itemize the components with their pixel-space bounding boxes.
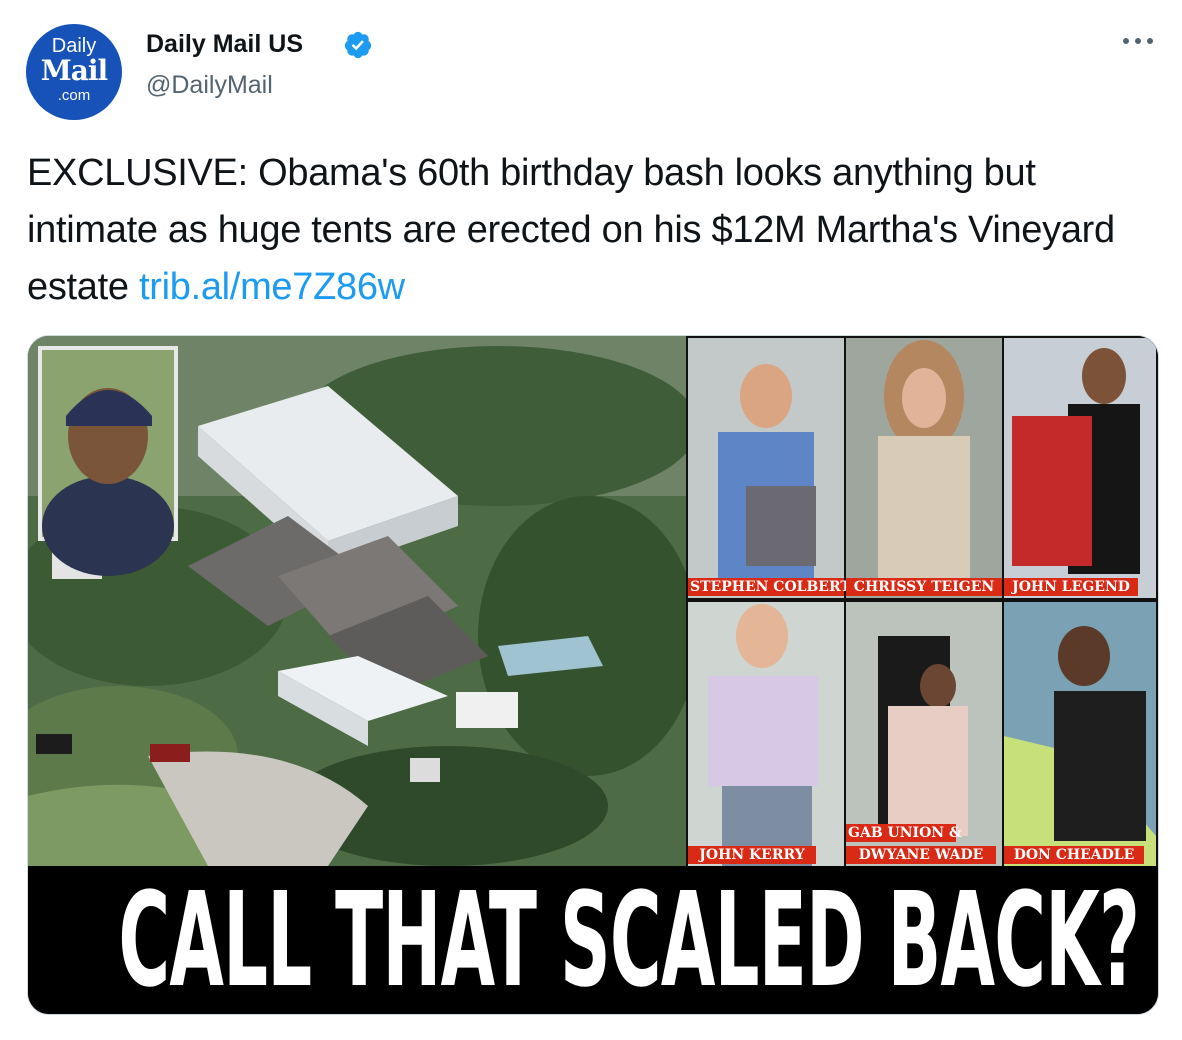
tweet-link[interactable]: trib.al/me7Z86w [139,266,405,308]
caption-stephen-colbert: STEPHEN COLBERT [688,578,851,596]
tweet-media[interactable]: STEPHEN COLBERT CHRISSY TEIGEN JOHN LEGE… [27,335,1159,1015]
caption-john-legend: JOHN LEGEND [1004,578,1138,596]
avatar-text-com: .com [57,87,91,104]
user-handle[interactable]: @DailyMail [146,70,273,100]
verified-badge-icon [344,31,372,59]
display-name[interactable]: Daily Mail US [146,28,303,60]
headline-text: CALL THAT SCALED BACK? [118,864,1140,1015]
more-options-icon[interactable] [1118,26,1158,54]
avatar-text-daily: Daily [51,35,97,57]
caption-chrissy-teigen: CHRISSY TEIGEN [846,578,1002,596]
avatar[interactable]: Daily Mail .com [26,24,122,120]
avatar-text-mail: Mail [40,54,108,87]
image-headline: CALL THAT SCALED BACK? [28,864,1158,1014]
tweet-text: EXCLUSIVE: Obama's 60th birthday bash lo… [27,145,1162,316]
